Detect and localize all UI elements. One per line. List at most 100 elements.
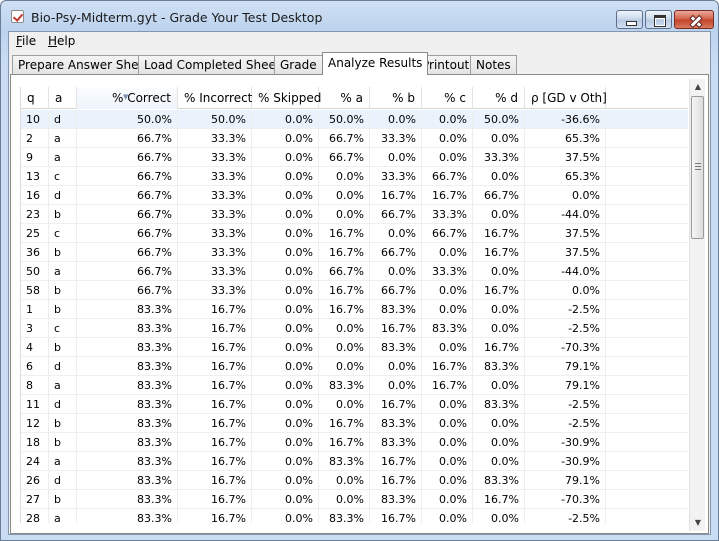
scroll-thumb[interactable] bbox=[691, 96, 704, 239]
cell-pct-c: 0.0% bbox=[422, 243, 473, 262]
window-title: Bio-Psy-Midterm.gyt - Grade Your Test De… bbox=[31, 10, 323, 25]
cell-pct-incorrect: 33.3% bbox=[178, 262, 252, 281]
tab-notes[interactable]: Notes bbox=[470, 55, 517, 74]
cell-rho-gd-v-oth: 37.5% bbox=[525, 224, 606, 243]
cell-pct-a: 0.0% bbox=[319, 490, 370, 509]
cell-q: 36 bbox=[21, 243, 49, 262]
table-row[interactable]: 10 d 50.0% 50.0% 0.0% 50.0% 0.0% 0.0% 50.0% -36.6… bbox=[21, 110, 688, 129]
cell-pct-d: 0.0% bbox=[473, 262, 525, 281]
cell-pct-a: 66.7% bbox=[319, 148, 370, 167]
close-button[interactable] bbox=[674, 10, 714, 29]
column-header-pct-a[interactable]: % a bbox=[319, 87, 370, 109]
cell-rho-gd-v-oth: -2.5% bbox=[525, 319, 606, 338]
table-row[interactable]: 13 c 66.7% 33.3% 0.0% 0.0% 33.3% 66.7% 0.0% 65.3% bbox=[21, 167, 688, 186]
table-row[interactable]: 2 a 66.7% 33.3% 0.0% 66.7% 33.3% 0.0% 0.0% 65.3% bbox=[21, 129, 688, 148]
column-header-pct-skipped[interactable]: % Skipped bbox=[252, 87, 321, 109]
cell-pct-incorrect: 50.0% bbox=[178, 110, 252, 129]
title-bar[interactable]: Bio-Psy-Midterm.gyt - Grade Your Test De… bbox=[1, 1, 718, 31]
cell-pct-incorrect: 16.7% bbox=[178, 452, 252, 471]
table-row[interactable]: 36 b 66.7% 33.3% 0.0% 16.7% 66.7% 0.0% 16.7% 37.5… bbox=[21, 243, 688, 262]
cell-pct-b: 66.7% bbox=[370, 281, 422, 300]
cell-pct-b: 83.3% bbox=[370, 433, 422, 452]
cell-pct-a: 16.7% bbox=[319, 433, 370, 452]
cell-pct-incorrect: 33.3% bbox=[178, 243, 252, 262]
cell-q: 58 bbox=[21, 281, 49, 300]
cell-pct-b: 33.3% bbox=[370, 167, 422, 186]
cell-pct-b: 16.7% bbox=[370, 319, 422, 338]
table-row[interactable]: 1 b 83.3% 16.7% 0.0% 16.7% 83.3% 0.0% 0.0% -2.5% bbox=[21, 300, 688, 319]
tab-grade[interactable]: Grade bbox=[274, 55, 323, 74]
tab-load-completed-sheets[interactable]: Load Completed Sheets bbox=[138, 55, 293, 74]
cell-a: d bbox=[49, 357, 77, 376]
cell-pct-c: 16.7% bbox=[422, 357, 473, 376]
table-row[interactable]: 27 b 83.3% 16.7% 0.0% 0.0% 83.3% 0.0% 16.7% -70.3… bbox=[21, 490, 688, 509]
cell-pct-b: 0.0% bbox=[370, 262, 422, 281]
vertical-scrollbar[interactable]: ▲ ▼ bbox=[689, 79, 705, 531]
table-row[interactable]: 24 a 83.3% 16.7% 0.0% 83.3% 16.7% 0.0% 0.0% -30.9… bbox=[21, 452, 688, 471]
table-row[interactable]: 58 b 66.7% 33.3% 0.0% 16.7% 66.7% 0.0% 16.7% 0.0% bbox=[21, 281, 688, 300]
cell-pct-skipped: 0.0% bbox=[252, 414, 319, 433]
cell-a: d bbox=[49, 471, 77, 490]
cell-pct-d: 66.7% bbox=[473, 186, 525, 205]
maximize-button[interactable] bbox=[645, 10, 672, 29]
cell-pct-a: 0.0% bbox=[319, 186, 370, 205]
table-row[interactable]: 18 b 83.3% 16.7% 0.0% 16.7% 83.3% 0.0% 0.0% -30.9… bbox=[21, 433, 688, 452]
column-header-pct-b[interactable]: % b bbox=[370, 87, 422, 109]
cell-pct-c: 16.7% bbox=[422, 186, 473, 205]
cell-rho-gd-v-oth: 0.0% bbox=[525, 281, 606, 300]
column-header-pct-c[interactable]: % c bbox=[422, 87, 473, 109]
table-row[interactable]: 11 d 83.3% 16.7% 0.0% 0.0% 16.7% 0.0% 83.3% -2.5% bbox=[21, 395, 688, 414]
table-row[interactable]: 25 c 66.7% 33.3% 0.0% 16.7% 0.0% 66.7% 16.7% 37.5… bbox=[21, 224, 688, 243]
table-row[interactable]: 50 a 66.7% 33.3% 0.0% 66.7% 0.0% 33.3% 0.0% -44.0… bbox=[21, 262, 688, 281]
cell-pct-d: 0.0% bbox=[473, 167, 525, 186]
cell-q: 12 bbox=[21, 414, 49, 433]
minimize-button[interactable] bbox=[616, 10, 643, 29]
menu-help[interactable]: Help bbox=[48, 34, 75, 48]
scroll-up-arrow-icon[interactable]: ▲ bbox=[690, 79, 706, 95]
cell-rho-gd-v-oth: 37.5% bbox=[525, 243, 606, 262]
cell-pct-skipped: 0.0% bbox=[252, 148, 319, 167]
cell-pct-correct: 66.7% bbox=[77, 205, 178, 224]
table-row[interactable]: 28 a 83.3% 16.7% 0.0% 83.3% 16.7% 0.0% 0.0% -2.5% bbox=[21, 509, 688, 523]
table-row[interactable]: 4 b 83.3% 16.7% 0.0% 0.0% 83.3% 0.0% 16.7% -70.3% bbox=[21, 338, 688, 357]
table-row[interactable]: 23 b 66.7% 33.3% 0.0% 0.0% 66.7% 33.3% 0.0% -44.0… bbox=[21, 205, 688, 224]
results-table[interactable]: q a% Correct ▼% Incorrect% Skipped% a% b% … bbox=[20, 87, 688, 523]
tab-analyze-results[interactable]: Analyze Results bbox=[322, 52, 429, 75]
cell-pct-d: 0.0% bbox=[473, 300, 525, 319]
table-row[interactable]: 12 b 83.3% 16.7% 0.0% 16.7% 83.3% 0.0% 0.0% -2.5% bbox=[21, 414, 688, 433]
cell-pct-skipped: 0.0% bbox=[252, 262, 319, 281]
column-header-pct-incorrect[interactable]: % Incorrect bbox=[178, 87, 252, 109]
cell-a: b bbox=[49, 490, 77, 509]
table-row[interactable]: 3 c 83.3% 16.7% 0.0% 0.0% 16.7% 83.3% 0.0% -2.5% bbox=[21, 319, 688, 338]
cell-pct-c: 0.0% bbox=[422, 281, 473, 300]
cell-pct-a: 50.0% bbox=[319, 110, 370, 129]
column-header-pct-d[interactable]: % d bbox=[473, 87, 525, 109]
cell-rho-gd-v-oth: 65.3% bbox=[525, 129, 606, 148]
cell-pct-a: 0.0% bbox=[319, 319, 370, 338]
tab-prepare-answer-sheet[interactable]: Prepare Answer Sheet bbox=[12, 55, 157, 74]
tab-strip: Prepare Answer Sheet Load Completed Shee… bbox=[9, 52, 710, 75]
column-header-q[interactable]: q bbox=[21, 87, 49, 109]
table-row[interactable]: 8 a 83.3% 16.7% 0.0% 83.3% 0.0% 16.7% 0.0% 79.1% bbox=[21, 376, 688, 395]
table-row[interactable]: 16 d 66.7% 33.3% 0.0% 0.0% 16.7% 16.7% 66.7% 0.0% bbox=[21, 186, 688, 205]
table-row[interactable]: 26 d 83.3% 16.7% 0.0% 0.0% 16.7% 0.0% 83.3% 79.1% bbox=[21, 471, 688, 490]
cell-rho-gd-v-oth: 37.5% bbox=[525, 148, 606, 167]
cell-pct-c: 0.0% bbox=[422, 338, 473, 357]
app-icon[interactable] bbox=[11, 10, 24, 23]
table-row[interactable]: 6 d 83.3% 16.7% 0.0% 0.0% 0.0% 16.7% 83.3% 79.1% bbox=[21, 357, 688, 376]
cell-q: 1 bbox=[21, 300, 49, 319]
cell-pct-c: 66.7% bbox=[422, 224, 473, 243]
table-row[interactable]: 9 a 66.7% 33.3% 0.0% 66.7% 0.0% 0.0% 33.3% 37.5% bbox=[21, 148, 688, 167]
cell-pct-c: 33.3% bbox=[422, 262, 473, 281]
column-header-a[interactable]: a bbox=[49, 87, 77, 109]
cell-rho-gd-v-oth: 65.3% bbox=[525, 167, 606, 186]
cell-pct-d: 16.7% bbox=[473, 243, 525, 262]
cell-pct-b: 0.0% bbox=[370, 357, 422, 376]
column-header-pct-correct[interactable]: % Correct ▼ bbox=[77, 87, 178, 109]
cell-pct-skipped: 0.0% bbox=[252, 376, 319, 395]
column-header-rho-gd-v-oth[interactable]: ρ [GD v Oth] bbox=[525, 87, 607, 109]
cell-pct-incorrect: 16.7% bbox=[178, 357, 252, 376]
menu-file[interactable]: File bbox=[16, 34, 36, 48]
cell-pct-b: 16.7% bbox=[370, 452, 422, 471]
scroll-down-arrow-icon[interactable]: ▼ bbox=[690, 515, 706, 531]
